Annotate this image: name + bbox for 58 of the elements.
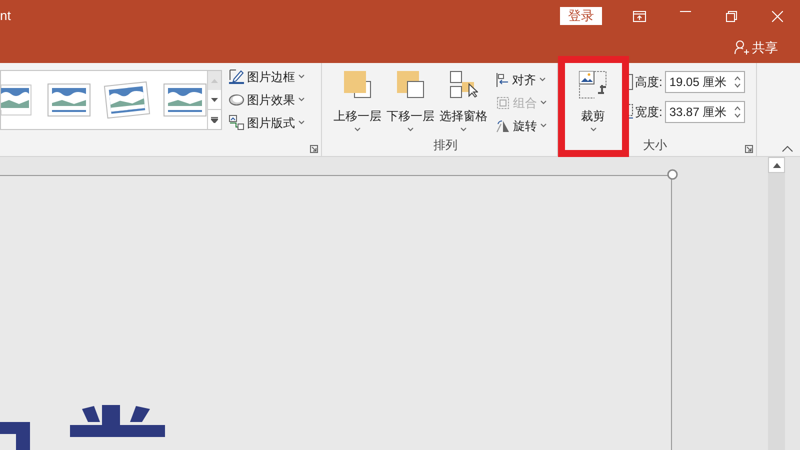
chevron-icon [540, 100, 547, 105]
arrange-command-button: 组合 [496, 94, 547, 111]
picture-command-button[interactable]: 图片效果 [229, 91, 305, 108]
vertical-scrollbar[interactable] [768, 157, 785, 450]
restore-icon[interactable] [726, 10, 736, 22]
picture-command-button[interactable]: 图片版式 [229, 114, 305, 131]
collapse-ribbon-icon[interactable] [782, 146, 793, 152]
picture-style-icon[interactable] [47, 83, 91, 117]
sign-in-button[interactable]: 登录 [560, 7, 602, 25]
ribbon-display-icon[interactable] [632, 10, 646, 22]
field-label: 宽度: [635, 104, 662, 121]
dialog-launcher-icon[interactable] [310, 145, 318, 153]
dialog-launcher-icon[interactable] [745, 145, 753, 153]
chevron-icon [298, 74, 305, 79]
person-add-icon [734, 40, 749, 55]
selection-pane-icon [450, 71, 478, 99]
close-icon[interactable] [772, 10, 782, 22]
arrange-button[interactable]: 下移一层 [384, 71, 437, 134]
scroll-down-icon[interactable] [211, 98, 218, 102]
chevron-icon [460, 127, 467, 132]
chevron-icon [407, 127, 414, 132]
minimize-icon[interactable] [680, 10, 690, 12]
arrange-command-button[interactable]: 旋转 [496, 117, 547, 134]
size-input-field[interactable]: 19.05 厘米 [665, 71, 746, 93]
align-icon [496, 72, 509, 86]
size-input-field[interactable]: 33.87 厘米 [665, 101, 746, 123]
bring-forward-icon [344, 71, 372, 99]
chevron-icon [298, 120, 305, 125]
scroll-up-icon[interactable] [772, 162, 780, 168]
crop-icon [579, 71, 607, 99]
picture-style-icon[interactable] [163, 83, 207, 117]
picture-style-icon[interactable] [103, 80, 151, 120]
spinner-icon[interactable] [734, 104, 742, 120]
crop-button[interactable]: 裁剪 [579, 71, 607, 132]
send-backward-icon [396, 71, 424, 99]
field-label: 高度: [635, 74, 662, 91]
chevron-icon [354, 127, 361, 132]
group-icon [496, 96, 510, 110]
spinner-icon[interactable] [734, 74, 742, 90]
resize-handle[interactable] [667, 169, 678, 180]
share-button[interactable]: 共享 [734, 38, 778, 58]
group-label: 大小 [643, 137, 667, 154]
window-title: nt [0, 7, 12, 26]
eraser-effect-icon [229, 92, 244, 107]
picture-layout-icon [229, 115, 244, 130]
more-icon[interactable] [211, 116, 218, 122]
chevron-icon [590, 127, 596, 132]
chevron-icon [298, 97, 305, 102]
rotate-icon [496, 118, 510, 132]
chevron-icon [540, 123, 547, 128]
arrange-command-button[interactable]: 对齐 [496, 71, 547, 88]
arrange-button[interactable]: 选择窗格 [437, 71, 490, 134]
picture-style-icon[interactable] [1, 83, 33, 117]
arrange-button[interactable]: 上移一层 [331, 71, 384, 134]
group-label: 排列 [432, 137, 458, 154]
picture-command-button[interactable]: 图片边框 [229, 68, 305, 85]
chevron-icon [539, 77, 546, 82]
pen-border-icon [229, 69, 244, 84]
